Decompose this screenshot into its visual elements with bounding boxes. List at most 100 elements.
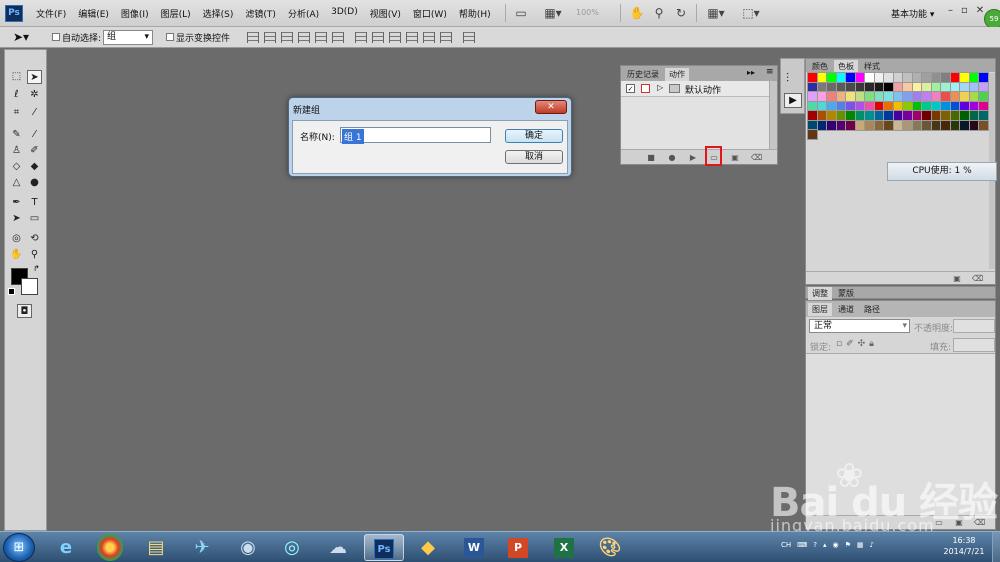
tab-swatches[interactable]: 色板 bbox=[834, 60, 858, 73]
distribute-left-icon[interactable] bbox=[406, 32, 418, 43]
swatch-cell[interactable] bbox=[807, 91, 818, 102]
menu-help[interactable]: 帮助(H) bbox=[459, 7, 491, 20]
healing-brush-icon[interactable]: ✎ bbox=[9, 128, 24, 142]
swatch-cell[interactable] bbox=[911, 119, 923, 131]
swatch-cell[interactable] bbox=[949, 72, 961, 83]
swatch-cell[interactable] bbox=[807, 100, 818, 112]
swatch-cell[interactable] bbox=[968, 119, 980, 131]
swatch-cell[interactable] bbox=[854, 119, 866, 131]
word-task-button[interactable]: W bbox=[454, 534, 494, 561]
minimize-icon[interactable]: – bbox=[948, 5, 953, 16]
paint-icon[interactable]: 🎨︎ bbox=[590, 534, 630, 561]
align-top-icon[interactable] bbox=[247, 32, 259, 43]
auto-select-checkbox[interactable] bbox=[52, 33, 60, 41]
swatch-cell[interactable] bbox=[978, 72, 989, 83]
swatch-cell[interactable] bbox=[864, 91, 875, 102]
dialog-toggle-icon[interactable] bbox=[641, 84, 650, 93]
swatch-cell[interactable] bbox=[845, 72, 856, 83]
flag-icon[interactable]: ⚑ bbox=[845, 541, 851, 549]
swatch-cell[interactable] bbox=[949, 110, 961, 121]
media-player-icon[interactable]: ◉ bbox=[228, 534, 268, 561]
cpu-meter-badge[interactable]: 59 bbox=[984, 9, 1000, 29]
swatch-cell[interactable] bbox=[930, 91, 942, 102]
baidu-netdisk-icon[interactable]: ◎ bbox=[272, 534, 312, 561]
keyboard-icon[interactable]: ⌨ bbox=[797, 541, 807, 549]
swatch-cell[interactable] bbox=[902, 119, 913, 131]
eraser-icon[interactable]: ◇ bbox=[9, 160, 24, 174]
dialog-close-button[interactable]: ✕ bbox=[535, 100, 567, 114]
lasso-tool-icon[interactable]: ℓ bbox=[9, 88, 24, 102]
swatch-cell[interactable] bbox=[807, 129, 818, 140]
swatch-cell[interactable] bbox=[873, 110, 885, 121]
auto-select-dropdown[interactable]: 组 ▾ bbox=[103, 30, 153, 45]
dodge-tool-icon[interactable]: ● bbox=[27, 176, 42, 190]
photoshop-task-button[interactable]: Ps bbox=[364, 534, 404, 561]
swatch-cell[interactable] bbox=[959, 119, 970, 131]
menu-edit[interactable]: 编辑(E) bbox=[78, 7, 109, 20]
swatch-cell[interactable] bbox=[959, 72, 970, 83]
swatch-cell[interactable] bbox=[807, 110, 818, 121]
history-brush-icon[interactable]: ✐ bbox=[27, 144, 42, 158]
distribute-top-icon[interactable] bbox=[355, 32, 367, 43]
menu-file[interactable]: 文件(F) bbox=[36, 7, 66, 20]
rotate-view-icon[interactable]: ↻ bbox=[672, 5, 690, 21]
zoom-tool-icon[interactable]: ⚲ bbox=[27, 248, 42, 262]
crop-tool-icon[interactable]: ⌗ bbox=[9, 106, 24, 120]
swatch-cell[interactable] bbox=[949, 100, 961, 112]
zoom-icon[interactable]: ⚲ bbox=[650, 5, 668, 21]
tab-layers[interactable]: 图层 bbox=[808, 303, 832, 316]
swatch-cell[interactable] bbox=[978, 100, 989, 112]
swatch-cell[interactable] bbox=[854, 110, 866, 121]
swatch-cell[interactable] bbox=[911, 72, 923, 83]
swatch-cell[interactable] bbox=[864, 110, 875, 121]
opacity-field[interactable] bbox=[953, 319, 995, 333]
security-icon[interactable]: ◉ bbox=[833, 541, 839, 549]
swatch-cell[interactable] bbox=[978, 119, 989, 131]
swatch-cell[interactable] bbox=[940, 100, 951, 112]
align-right-icon[interactable] bbox=[332, 32, 344, 43]
tab-masks[interactable]: 蒙版 bbox=[834, 287, 858, 300]
swatch-cell[interactable] bbox=[873, 100, 885, 112]
new-swatch-icon[interactable]: ▣ bbox=[952, 274, 962, 283]
swatch-cell[interactable] bbox=[854, 81, 866, 93]
brush-tool-icon[interactable]: ⁄ bbox=[27, 128, 42, 142]
swatch-cell[interactable] bbox=[826, 81, 837, 93]
swatch-cell[interactable] bbox=[892, 72, 904, 83]
swatch-cell[interactable] bbox=[883, 100, 894, 112]
expand-triangle-icon[interactable]: ▷ bbox=[657, 83, 663, 92]
language-indicator[interactable]: CH bbox=[781, 541, 791, 549]
swatch-cell[interactable] bbox=[826, 110, 837, 121]
align-left-icon[interactable] bbox=[298, 32, 310, 43]
swatch-cell[interactable] bbox=[940, 119, 951, 131]
path-select-icon[interactable]: ➤ bbox=[9, 212, 24, 226]
background-color-swatch[interactable] bbox=[21, 278, 38, 295]
distribute-vcenter-icon[interactable] bbox=[372, 32, 384, 43]
swatch-cell[interactable] bbox=[902, 110, 913, 121]
swatch-cell[interactable] bbox=[816, 100, 828, 112]
tab-adjustments[interactable]: 调整 bbox=[808, 287, 832, 300]
swatch-cell[interactable] bbox=[911, 81, 923, 93]
swatch-cell[interactable] bbox=[930, 110, 942, 121]
swatch-cell[interactable] bbox=[835, 91, 847, 102]
help-icon[interactable]: ? bbox=[813, 541, 817, 549]
marquee-tool-icon[interactable]: ⬚ bbox=[9, 70, 24, 84]
bridge-icon[interactable]: ▭ bbox=[512, 5, 530, 21]
swatch-cell[interactable] bbox=[921, 119, 932, 131]
3d-rotate-icon[interactable]: ◎ bbox=[9, 232, 24, 246]
swatch-cell[interactable] bbox=[911, 100, 923, 112]
restore-icon[interactable]: ▫ bbox=[961, 5, 968, 16]
ie-icon[interactable]: e bbox=[46, 534, 86, 561]
swap-colors-icon[interactable]: ↱ bbox=[33, 264, 40, 273]
swatch-cell[interactable] bbox=[921, 100, 932, 112]
feiq-bird-icon[interactable]: ✈ bbox=[182, 534, 222, 561]
swatch-cell[interactable] bbox=[835, 81, 847, 93]
gift-box-icon[interactable]: ◆ bbox=[408, 534, 448, 561]
browser-icon[interactable] bbox=[97, 534, 123, 561]
new-action-icon[interactable]: ▣ bbox=[730, 153, 740, 162]
swatch-cell[interactable] bbox=[911, 91, 923, 102]
fill-field[interactable] bbox=[953, 338, 995, 352]
swatch-cell[interactable] bbox=[883, 91, 894, 102]
swatch-cell[interactable] bbox=[845, 81, 856, 93]
view-extras-icon[interactable]: ▦▾ bbox=[540, 5, 566, 21]
stop-icon[interactable]: ■ bbox=[646, 153, 656, 162]
